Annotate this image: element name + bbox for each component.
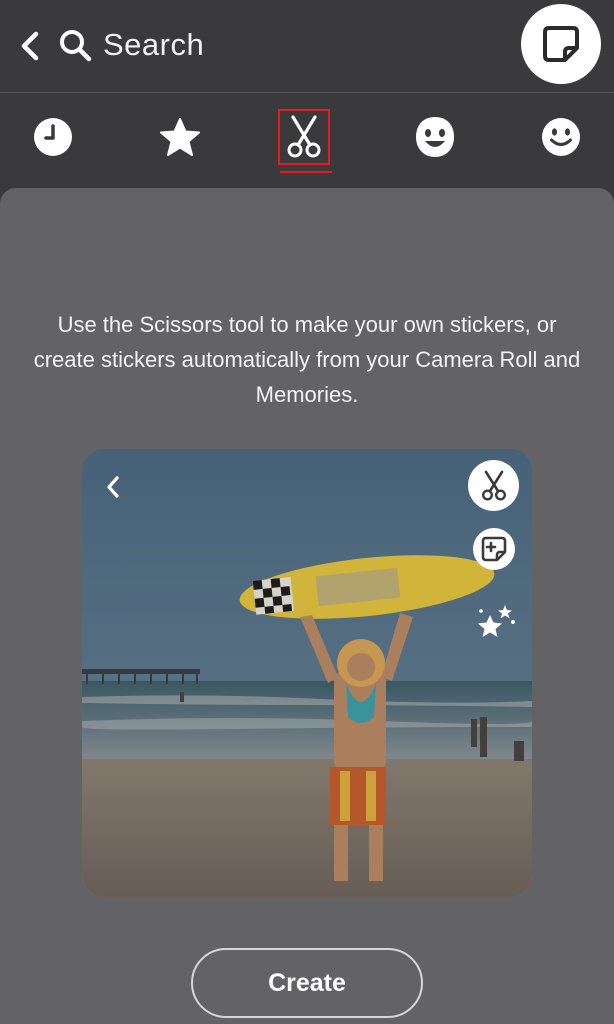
smiley-icon — [542, 118, 580, 156]
bitmoji-face-icon — [416, 117, 454, 157]
preview-scissors-button[interactable] — [468, 460, 519, 511]
search-field[interactable]: Search — [103, 24, 204, 66]
sparkle-stars-icon[interactable] — [476, 603, 516, 639]
sticker-add-icon — [481, 536, 507, 562]
tab-bitmoji[interactable] — [407, 109, 463, 165]
tab-selection-underline — [280, 171, 332, 173]
scissors-icon — [481, 470, 506, 501]
preview-sticker-button[interactable] — [473, 528, 515, 570]
scissors-icon — [287, 115, 321, 158]
search-icon[interactable] — [58, 28, 92, 62]
clock-icon — [34, 118, 72, 156]
scissors-description: Use the Scissors tool to make your own s… — [33, 312, 581, 407]
chevron-left-icon — [107, 476, 119, 498]
sticker-icon — [543, 26, 579, 62]
preview-back-button[interactable] — [98, 470, 128, 504]
tab-recent[interactable] — [25, 109, 81, 165]
example-photo — [82, 449, 532, 897]
tab-favorites[interactable] — [152, 109, 208, 165]
create-button[interactable]: Create — [191, 948, 423, 1018]
tab-emoji[interactable] — [533, 109, 589, 165]
top-bar: Search — [0, 0, 614, 92]
create-sticker-button[interactable] — [521, 4, 601, 84]
tab-scissors[interactable] — [278, 109, 334, 173]
back-button[interactable] — [12, 26, 48, 66]
star-icon — [160, 118, 200, 156]
sticker-category-tabs — [0, 93, 614, 188]
chevron-left-icon — [21, 31, 39, 61]
